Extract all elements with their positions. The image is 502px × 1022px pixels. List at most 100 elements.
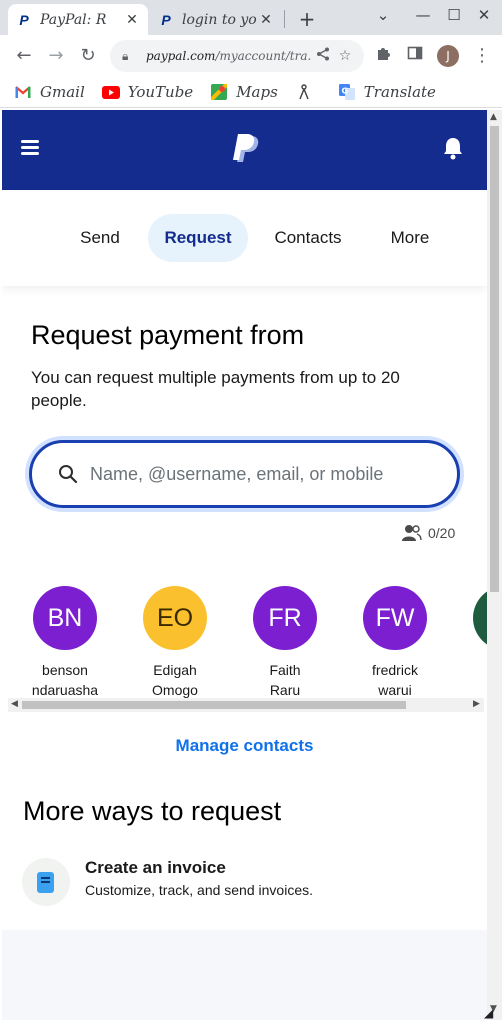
new-tab-button[interactable]: + — [296, 7, 318, 31]
bookmark-label: Maps — [236, 83, 278, 101]
address-bar[interactable]: 🔒︎ paypal.com/myaccount/tra... ☆ — [110, 40, 364, 72]
nav-send[interactable]: Send — [70, 214, 130, 262]
recipient-counter: 0/20 — [402, 524, 455, 542]
more-ways-heading: More ways to request — [23, 796, 282, 826]
contact-first-name: Faith — [269, 662, 301, 678]
page-subtitle: You can request multiple payments from u… — [31, 368, 400, 410]
bookmark-compass[interactable] — [295, 84, 321, 100]
contact-avatar: FW — [363, 586, 427, 650]
subnav: Send Request Contacts More — [2, 190, 487, 286]
contact-avatar — [473, 586, 487, 650]
scroll-left-arrow-icon[interactable]: ◀ — [11, 699, 18, 709]
contacts-horizontal-scrollbar[interactable]: ◀ ▶ — [8, 698, 484, 712]
share-icon[interactable] — [312, 47, 334, 65]
search-icon — [58, 464, 78, 484]
scrollbar-thumb[interactable] — [490, 126, 499, 592]
contact-item[interactable]: EO Edigah Omogo — [130, 586, 220, 700]
bookmark-label: Translate — [363, 83, 436, 101]
contact-item[interactable]: BN benson ndaruasha — [20, 586, 110, 700]
scroll-up-arrow-icon[interactable]: ▲ — [490, 112, 497, 122]
contact-name: Edigah Omogo — [130, 660, 220, 700]
bookmark-gmail[interactable]: Gmail — [14, 83, 85, 101]
counter-text: 0/20 — [428, 525, 456, 541]
minimize-icon[interactable]: — — [412, 6, 434, 24]
scroll-right-arrow-icon[interactable]: ▶ — [473, 699, 480, 709]
compass-drafting-icon — [295, 84, 313, 100]
extensions-puzzle-icon[interactable] — [373, 45, 395, 67]
kebab-menu-icon[interactable]: ⋮ — [471, 45, 493, 67]
contact-avatar: EO — [143, 586, 207, 650]
svg-text:G: G — [341, 87, 348, 96]
bookmark-label: YouTube — [127, 83, 194, 101]
bookmark-label: Gmail — [40, 83, 85, 101]
nav-contacts[interactable]: Contacts — [263, 214, 353, 262]
translate-icon: G — [338, 84, 356, 100]
paypal-favicon-icon: P — [19, 11, 29, 28]
page-footer-band — [2, 930, 487, 1020]
bookmark-youtube[interactable]: YouTube — [101, 83, 194, 101]
tab-title: login to yo — [182, 11, 257, 28]
contact-avatar: FR — [253, 586, 317, 650]
url-host: paypal.com — [146, 49, 216, 63]
tab-separator — [284, 10, 285, 28]
back-arrow-icon[interactable]: ← — [13, 45, 35, 67]
recipient-search-box[interactable] — [29, 440, 460, 508]
contact-name: T — [460, 660, 487, 680]
bookmark-translate[interactable]: G Translate — [338, 83, 436, 101]
invoice-icon — [22, 858, 70, 906]
notification-bell-icon[interactable] — [442, 136, 464, 160]
paypal-header — [2, 110, 487, 190]
chevron-down-icon[interactable]: ⌄ — [372, 6, 394, 24]
scrollbar-thumb[interactable] — [22, 701, 406, 709]
tab-strip: P PayPal: R ✕ P login to yo ✕ + ⌄ — ☐ ✕ — [0, 0, 502, 35]
recent-contacts: BN benson ndaruasha EO Edigah Omogo FR Fai… — [20, 586, 487, 698]
contact-last-name: Raru — [269, 682, 301, 698]
profile-avatar[interactable]: J — [437, 45, 459, 67]
page-viewport: Send Request Contacts More Request payme… — [2, 110, 487, 1020]
contacts-group-icon — [402, 524, 422, 542]
contact-last-name: Omogo — [152, 682, 198, 698]
side-panel-icon[interactable] — [404, 45, 426, 67]
invoice-subtitle: Customize, track, and send invoices. — [85, 882, 313, 898]
paypal-logo-icon[interactable] — [232, 134, 260, 164]
contact-first-name: benson — [42, 662, 88, 678]
bookmarks-divider — [0, 107, 502, 108]
forward-arrow-icon[interactable]: → — [45, 45, 67, 67]
bookmark-maps[interactable]: Maps — [210, 83, 278, 101]
hamburger-menu-icon[interactable] — [21, 140, 39, 156]
gmail-icon — [14, 85, 32, 99]
nav-request[interactable]: Request — [148, 214, 248, 262]
contact-last-name: ndaruasha — [31, 682, 99, 698]
tab-title: PayPal: R — [40, 11, 107, 28]
maximize-icon[interactable]: ☐ — [443, 6, 465, 24]
invoice-title: Create an invoice — [85, 858, 226, 877]
youtube-icon — [101, 85, 120, 99]
tab-close-icon[interactable]: ✕ — [258, 12, 274, 28]
reload-icon[interactable]: ↻ — [77, 45, 99, 67]
tab-close-icon[interactable]: ✕ — [124, 12, 140, 28]
maps-icon — [210, 84, 228, 100]
contact-item[interactable]: T — [460, 586, 487, 680]
contact-name: fredrick warui — [350, 660, 440, 700]
page-vertical-scrollbar[interactable]: ▲ ▼ — [487, 110, 502, 1020]
browser-toolbar: ← → ↻ 🔒︎ paypal.com/myaccount/tra... ☆ J… — [0, 35, 502, 77]
bookmarks-bar: Gmail YouTube Maps G Translate — [0, 77, 502, 107]
contact-first-name: Edigah — [153, 662, 197, 678]
contact-last-name: warui — [378, 682, 412, 698]
manage-contacts-link[interactable]: Manage contacts — [2, 736, 487, 756]
create-invoice-option[interactable]: Create an invoice Customize, track, and … — [22, 856, 462, 906]
close-icon[interactable]: ✕ — [473, 6, 495, 24]
contact-item[interactable]: FW fredrick warui — [350, 586, 440, 700]
bookmark-star-icon[interactable]: ☆ — [334, 48, 356, 64]
nav-more[interactable]: More — [380, 214, 440, 262]
contact-avatar: BN — [33, 586, 97, 650]
contact-item[interactable]: FR Faith Raru — [240, 586, 330, 700]
page-title: Request payment from — [31, 320, 305, 350]
paypal-favicon-icon: P — [161, 11, 171, 28]
contact-name: Faith Raru — [240, 660, 330, 700]
url-text: paypal.com/myaccount/tra... — [146, 49, 312, 63]
tab-paypal-request[interactable]: P PayPal: R ✕ — [8, 4, 148, 35]
resize-corner-icon[interactable]: ◢ — [484, 1006, 493, 1020]
tab-login[interactable]: P login to yo ✕ — [150, 4, 282, 35]
recipient-search-input[interactable] — [90, 463, 420, 485]
